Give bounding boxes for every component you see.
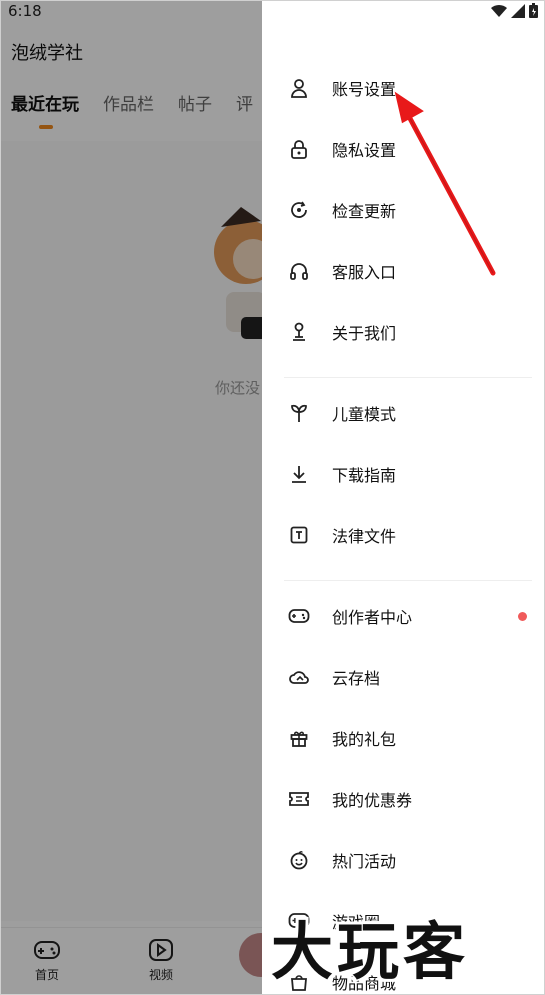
divider: [284, 580, 532, 581]
lock-icon: [288, 138, 310, 160]
menu-item-label: 下载指南: [332, 466, 397, 485]
notification-dot: [518, 611, 527, 621]
menu-item-0-2[interactable]: 检查更新: [262, 186, 544, 234]
text-doc-icon: [288, 524, 310, 546]
menu-item-2-4[interactable]: 热门活动: [262, 836, 544, 884]
menu-item-2-2[interactable]: 我的礼包: [262, 714, 544, 762]
menu-item-label: 儿童模式: [332, 405, 397, 424]
screen: 6:18 泡绒学社 最近在玩 作品栏 帖子 评 你还没 首页 视频 账号设置 隐…: [0, 0, 545, 995]
wifi-icon: [491, 4, 507, 17]
menu-item-0-3[interactable]: 客服入口: [262, 247, 544, 295]
headset-icon: [288, 260, 310, 282]
menu-item-label: 创作者中心: [332, 608, 413, 627]
user-icon: [288, 77, 310, 99]
cloud-icon: [288, 666, 310, 688]
menu-item-label: 检查更新: [332, 202, 397, 221]
menu-item-label: 关于我们: [332, 324, 397, 343]
gamepad-icon: [288, 605, 310, 627]
watermark-logo: 大玩客: [271, 915, 470, 988]
refresh-icon: [288, 199, 310, 221]
download-icon: [288, 463, 310, 485]
battery-icon: [529, 3, 538, 18]
menu-item-2-1[interactable]: 云存档: [262, 653, 544, 701]
signal-icon: [511, 3, 525, 18]
menu-item-1-0[interactable]: 儿童模式: [262, 389, 544, 437]
menu-item-2-0[interactable]: 创作者中心: [262, 592, 544, 640]
menu-item-0-0[interactable]: 账号设置: [262, 64, 544, 112]
menu-item-2-3[interactable]: 我的优惠券: [262, 775, 544, 823]
settings-drawer: 账号设置隐私设置检查更新客服入口关于我们儿童模式下载指南法律文件创作者中心云存档…: [262, 1, 544, 994]
menu-item-label: 法律文件: [332, 527, 397, 546]
menu-item-1-2[interactable]: 法律文件: [262, 511, 544, 559]
menu-item-label: 热门活动: [332, 852, 397, 871]
divider: [284, 377, 532, 378]
sprout-icon: [288, 402, 310, 424]
person-stand-icon: [288, 321, 310, 343]
status-icons: [491, 3, 538, 18]
menu-item-label: 云存档: [332, 669, 381, 688]
menu-item-1-1[interactable]: 下载指南: [262, 450, 544, 498]
menu-item-label: 客服入口: [332, 263, 397, 282]
smile-icon: [288, 849, 310, 871]
menu-item-0-1[interactable]: 隐私设置: [262, 125, 544, 173]
ticket-icon: [288, 788, 310, 810]
menu-item-label: 我的礼包: [332, 730, 397, 749]
gift-icon: [288, 727, 310, 749]
menu-item-0-4[interactable]: 关于我们: [262, 308, 544, 356]
menu-item-label: 隐私设置: [332, 141, 397, 160]
menu-item-label: 账号设置: [332, 80, 397, 99]
menu-item-label: 我的优惠券: [332, 791, 413, 810]
